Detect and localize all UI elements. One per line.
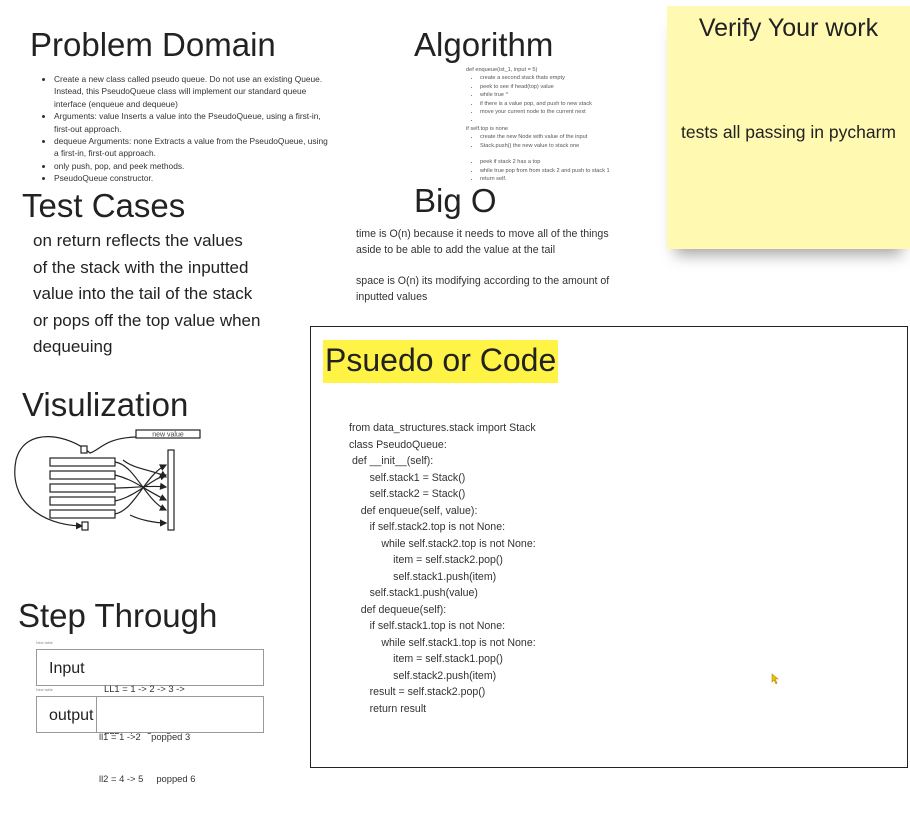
visualization-title: Visulization	[22, 386, 189, 423]
move-arrow	[129, 514, 168, 527]
code-line: while self.stack1.top is not None:	[349, 636, 536, 649]
algorithm-sublist: create a second stack thats empty peek t…	[466, 74, 666, 124]
input-line: LL1 = 1 -> 2 -> 3 ->	[104, 683, 185, 694]
problem-domain-list: Create a new class called pseudo queue. …	[34, 73, 332, 185]
code-title: Psuedo or Code	[323, 340, 559, 383]
code-line: from data_structures.stack import Stack	[349, 422, 536, 434]
test-cases-line: dequeuing	[33, 337, 113, 356]
verify-body: tests all passing in pycharm	[681, 122, 896, 142]
code-line: self.stack2 = Stack()	[349, 488, 466, 500]
list-item	[480, 150, 666, 158]
code-line: if self.stack1.top is not None:	[349, 620, 506, 632]
table-caption: New table	[36, 641, 53, 645]
code-line: while self.stack2.top is not None:	[349, 537, 536, 550]
output-values: ll1 = 1 ->2 popped 3 ll2 = 4 -> 5 popped…	[99, 702, 195, 814]
output-table: output ll1 = 1 ->2 popped 3 ll2 = 4 -> 5…	[36, 696, 264, 784]
list-item: Create a new class called pseudo queue. …	[54, 73, 332, 110]
code-frame[interactable]: Psuedo or Code from data_structures.stac…	[310, 326, 908, 768]
table-caption: New table	[36, 688, 53, 692]
algorithm-text: def enqueue(ist_1, input = 5) create a s…	[466, 66, 666, 184]
list-item: dequeue Arguments: none Extracts a value…	[54, 135, 332, 160]
input-table: Input LL1 = 1 -> 2 -> 3 -> LL2= 4 -> 5 -…	[36, 649, 264, 736]
stack-node-small	[80, 445, 88, 454]
algorithm-title: Algorithm	[414, 26, 554, 63]
list-item: peek if stack 2 has a top	[480, 158, 666, 166]
list-item: Stack.push() the new value to stack one	[480, 142, 666, 150]
algorithm-line: if self.top is none	[466, 125, 508, 132]
code-line: class PseudoQueue:	[349, 438, 447, 451]
table-divider	[96, 697, 97, 732]
stack-cell	[49, 496, 116, 506]
test-cases-line: or pops off the top value when	[33, 310, 261, 330]
stack-node-small	[81, 521, 89, 531]
code-line: item = self.stack2.pop()	[349, 554, 503, 566]
input-label: Input	[49, 660, 85, 677]
output-label: output	[49, 707, 94, 724]
code-line: return result	[349, 702, 427, 715]
list-item: return self.	[480, 175, 666, 183]
code-block: from data_structures.stack import Stack …	[349, 420, 536, 717]
test-cases-title: Test Cases	[22, 187, 186, 224]
stack-column	[167, 449, 175, 531]
code-line: self.stack1.push(value)	[349, 587, 478, 599]
code-line: def dequeue(self):	[349, 603, 447, 616]
list-item: move your current node to the current ne…	[480, 108, 666, 116]
code-line: item = self.stack1.pop()	[349, 653, 503, 665]
algorithm-line: def enqueue(ist_1, input = 5)	[466, 67, 538, 73]
list-item: while true pop from from stack 2 and pus…	[480, 167, 666, 175]
verify-title: Verify Your work	[698, 14, 879, 42]
visualization-diagram: new value	[14, 429, 201, 531]
code-line: self.stack1.push(item)	[349, 570, 497, 583]
big-o-space-line: inputted values	[356, 291, 428, 303]
list-item: PseudoQueue constructor.	[54, 172, 332, 184]
big-o-text: time is O(n) because it needs to move al…	[356, 226, 656, 305]
list-item: while true ^	[480, 91, 666, 99]
big-o-time-line: time is O(n) because it needs to move al…	[356, 228, 609, 240]
test-cases-text: on return reflects the values of the sta…	[33, 228, 313, 361]
big-o-title: Big O	[414, 182, 497, 219]
move-arrow	[114, 482, 168, 490]
code-line: self.stack1 = Stack()	[349, 471, 466, 484]
list-item: peek to see if head(top) value	[480, 83, 666, 91]
stack-cell	[49, 483, 116, 493]
verify-sticky-note[interactable]: Verify Your work tests all passing in py…	[667, 6, 910, 249]
list-item: create the new Node with value of the in…	[480, 133, 666, 141]
output-line: ll2 = 4 -> 5 popped 6	[99, 773, 196, 784]
code-line: self.stack2.push(item)	[349, 669, 497, 682]
algorithm-sublist: create the new Node with value of the in…	[466, 133, 666, 183]
test-cases-line: of the stack with the inputted	[33, 257, 249, 277]
stack-cell	[49, 509, 116, 519]
list-item: if there is a value pop, and push to new…	[480, 100, 666, 108]
stack-cell	[49, 457, 116, 467]
test-cases-line: value into the tail of the stack	[33, 284, 253, 303]
list-item	[480, 116, 666, 124]
list-item: create a second stack thats empty	[480, 74, 666, 82]
cursor-icon	[771, 673, 779, 685]
code-line: def enqueue(self, value):	[349, 504, 478, 517]
problem-domain-title: Problem Domain	[30, 26, 276, 63]
code-line: result = self.stack2.pop()	[349, 686, 486, 698]
test-cases-line: on return reflects the values	[33, 231, 243, 250]
output-line: ll1 = 1 ->2 popped 3	[99, 731, 191, 742]
new-value-label: new value	[152, 432, 184, 439]
step-through-title: Step Through	[18, 597, 218, 634]
list-item: only push, pop, and peek methods.	[54, 160, 332, 172]
list-item: Arguments: value Inserts a value into th…	[54, 110, 332, 135]
code-line: def __init__(self):	[349, 455, 434, 467]
stack-cell	[49, 470, 116, 480]
big-o-time-line: aside to be able to add the value at the…	[356, 244, 556, 256]
code-line: if self.stack2.top is not None:	[349, 521, 506, 533]
big-o-space-line: space is O(n) its modifying according to…	[356, 275, 610, 287]
